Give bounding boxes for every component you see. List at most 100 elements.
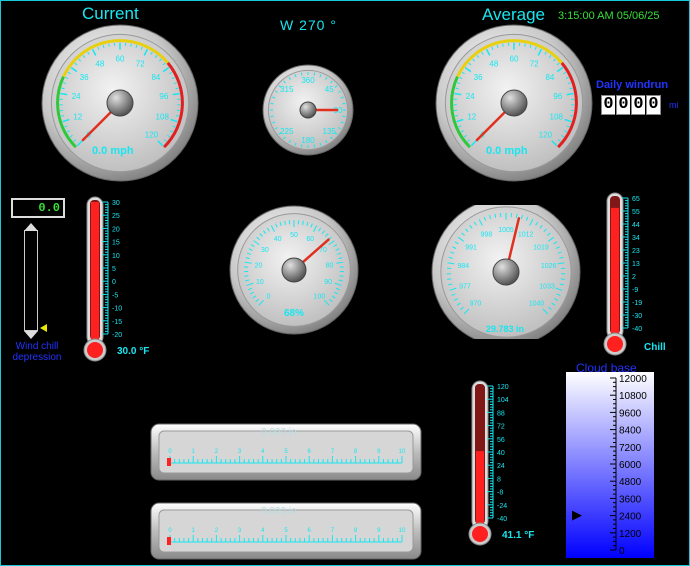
thermometer-tick-label: 56 [497, 437, 505, 444]
compass-tick [300, 72, 303, 76]
thermometer-mercury [611, 207, 619, 338]
gauge-tick [569, 115, 574, 117]
thermometer-tick-label: 34 [632, 235, 640, 242]
gauge-tick-label: 60 [306, 236, 314, 243]
gauge-tick-label: 48 [95, 59, 104, 68]
daily-windrun-counter: 0 0 0 0 [600, 94, 668, 116]
gauge-tick-label: 970 [470, 301, 482, 308]
gauge-tick [560, 278, 565, 280]
compass-tick [313, 72, 316, 76]
cloud-base-tick-label: 4800 [619, 477, 642, 488]
chill-thermometer: 65 55 44 34 23 13 2 -9 -19 -30 -40 [603, 192, 642, 356]
windrun-digit: 0 [645, 94, 662, 116]
wind-chill-slider-pointer[interactable] [40, 324, 47, 332]
gauge-tick-label: 100 [314, 293, 326, 300]
compass-tick [342, 102, 346, 105]
cloud-base-tick-label: 12000 [619, 374, 647, 385]
cloud-base-tick-label: 1200 [619, 529, 642, 540]
compass-tick [270, 102, 274, 105]
thermometer-tick-label: -10 [112, 306, 122, 313]
thermometer-tick-label: 13 [632, 261, 640, 268]
gauge-tick-label: 1026 [541, 263, 557, 270]
gauge-tick-label: 24 [466, 92, 475, 101]
gauge-tick-label: 36 [80, 73, 89, 82]
thermometer-tick-label: 15 [112, 240, 120, 247]
gauge-tick-label: 1019 [533, 245, 549, 252]
thermometer-tick-label: 65 [632, 196, 640, 203]
wind-chill-label-line2: depression [12, 352, 62, 363]
gauge-tick [339, 275, 344, 277]
gauge-tick-label: 998 [481, 232, 493, 239]
cloud-base-tick-label: 7200 [619, 443, 642, 454]
gauge-tick-label: 120 [539, 130, 553, 139]
compass-tick [313, 144, 316, 148]
gauge-tick-label: 96 [159, 92, 168, 101]
gauge-tick-label: 84 [545, 73, 554, 82]
compass-label: 225 [280, 127, 294, 136]
gauge-tick-label: 108 [550, 113, 564, 122]
thermometer-tick-label: 72 [497, 424, 505, 431]
thermometer-tick-label: 30 [112, 200, 120, 207]
gauge-tick [447, 278, 452, 280]
rain-bar-indicator [167, 537, 171, 545]
rain-bar-tick-label: 10 [399, 528, 406, 534]
gauge-tick [524, 43, 526, 47]
compass-label: 360 [301, 76, 315, 85]
rain-bar-indicator [167, 458, 171, 466]
thermometer-tick-label: 55 [632, 209, 640, 216]
chill-label: Chill [644, 342, 666, 353]
compass-tick [342, 115, 346, 118]
cloud-base-tick-label: 0 [619, 546, 625, 557]
thermometer-tick-label: 88 [497, 410, 505, 417]
gauge-tick-label: 984 [457, 263, 469, 270]
thermometer-tick-label: 23 [632, 248, 640, 255]
indoor-temp-readout: 41.1 °F [502, 530, 535, 541]
gauge-tick-label: 991 [465, 245, 477, 252]
thermometer-bulb [472, 526, 488, 542]
thermometer-tick-label: 5 [112, 266, 116, 273]
thermometer-tick-label: 40 [497, 450, 505, 457]
daily-windrun-unit: mi [669, 100, 679, 110]
rain-bar-2-readout: 0.000 in [261, 506, 297, 517]
thermometer-tick-label: -30 [632, 313, 642, 320]
gauge-tick-label: 40 [274, 236, 282, 243]
cloud-base-tick-label: 6000 [619, 460, 642, 471]
gauge-tick-label: 1005 [498, 227, 514, 234]
gauge-tick [130, 43, 132, 47]
gauge-tick-label: 30 [261, 247, 269, 254]
gauge-tick [108, 43, 110, 47]
gauge-hub [281, 257, 307, 283]
cloud-base-tick-label: 9600 [619, 408, 642, 419]
gauge-tick [175, 115, 180, 117]
cloud-base-tick-label: 2400 [619, 512, 642, 523]
thermometer-mercury [91, 202, 99, 344]
wind-chill-slider-track [24, 230, 38, 331]
barometer-readout: 29.783 in [486, 324, 525, 334]
outdoor-temp-readout: 30.0 °F [117, 346, 150, 357]
thermometer-tick-label: -24 [497, 503, 507, 510]
indoor-thermometer: 120 104 88 72 56 40 24 8 -8 -24 -40 [468, 380, 509, 546]
gauge-tick-label: 977 [459, 283, 471, 290]
thermometer-tick-label: -40 [497, 516, 507, 523]
gauge-hub [492, 258, 520, 286]
gauge-tick-label: 1033 [539, 283, 555, 290]
daily-windrun-label: Daily windrun [596, 79, 669, 91]
average-speed-readout: 0.0 mph [486, 145, 528, 157]
gauge-tick-label: 50 [290, 232, 298, 239]
thermometer-tick-label: 20 [112, 226, 120, 233]
thermometer-tick-label: 104 [497, 397, 509, 404]
thermometer-tick-label: 8 [497, 476, 501, 483]
thermometer-tick-label: 25 [112, 213, 120, 220]
gauge-tick-label: 120 [145, 130, 159, 139]
thermometer-tick-label: -19 [632, 300, 642, 307]
gauge-hub [299, 101, 317, 119]
datetime-label: 3:15:00 AM 05/06/25 [558, 10, 660, 22]
gauge-tick-label: 10 [256, 279, 264, 286]
gauge-tick-label: 84 [151, 73, 160, 82]
compass-label: 180 [301, 136, 315, 145]
compass-label: 135 [323, 127, 337, 136]
humidity-readout: 68% [284, 308, 305, 319]
average-speed-gauge: 01224364860728496108120 [435, 24, 593, 182]
thermometer-tick-label: 44 [632, 222, 640, 229]
thermometer-tick-label: -15 [112, 319, 122, 326]
